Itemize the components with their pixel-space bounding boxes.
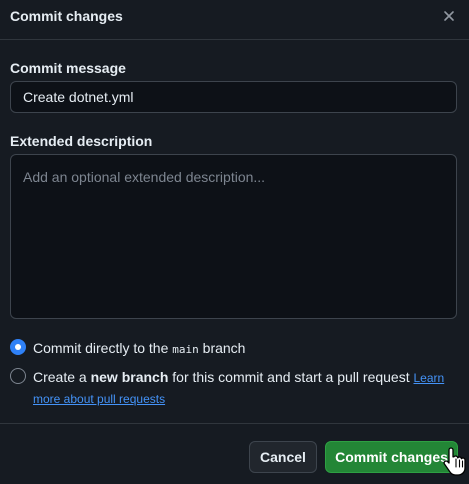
commit-changes-button[interactable]: Commit changes xyxy=(325,441,458,473)
branch-name: main xyxy=(172,343,199,356)
cancel-button[interactable]: Cancel xyxy=(249,441,317,473)
commit-direct-label: Commit directly to the main branch xyxy=(33,338,245,360)
commit-message-label: Commit message xyxy=(10,60,126,76)
dialog-title: Commit changes xyxy=(10,8,123,24)
commit-dialog: Commit changes Commit message Extended d… xyxy=(0,0,469,484)
new-branch-radio[interactable] xyxy=(10,368,26,384)
close-icon xyxy=(444,11,454,21)
commit-message-input[interactable] xyxy=(10,81,457,113)
commit-direct-prefix: Commit directly to the xyxy=(33,340,173,356)
extended-description-label: Extended description xyxy=(10,133,153,149)
commit-direct-suffix: branch xyxy=(198,340,246,356)
close-button[interactable] xyxy=(439,6,459,26)
commit-direct-option[interactable]: Commit directly to the main branch xyxy=(10,338,245,360)
new-branch-suffix: for this commit and start a pull request xyxy=(168,369,414,385)
new-branch-option[interactable]: Create a new branch for this commit and … xyxy=(10,367,450,409)
dialog-header: Commit changes xyxy=(0,0,469,40)
extended-description-textarea[interactable] xyxy=(10,154,457,319)
new-branch-bold: new branch xyxy=(90,369,169,385)
new-branch-label: Create a new branch for this commit and … xyxy=(33,367,450,409)
dialog-footer: Cancel Commit changes xyxy=(0,423,469,484)
new-branch-prefix: Create a xyxy=(33,369,91,385)
commit-direct-radio[interactable] xyxy=(10,339,26,355)
